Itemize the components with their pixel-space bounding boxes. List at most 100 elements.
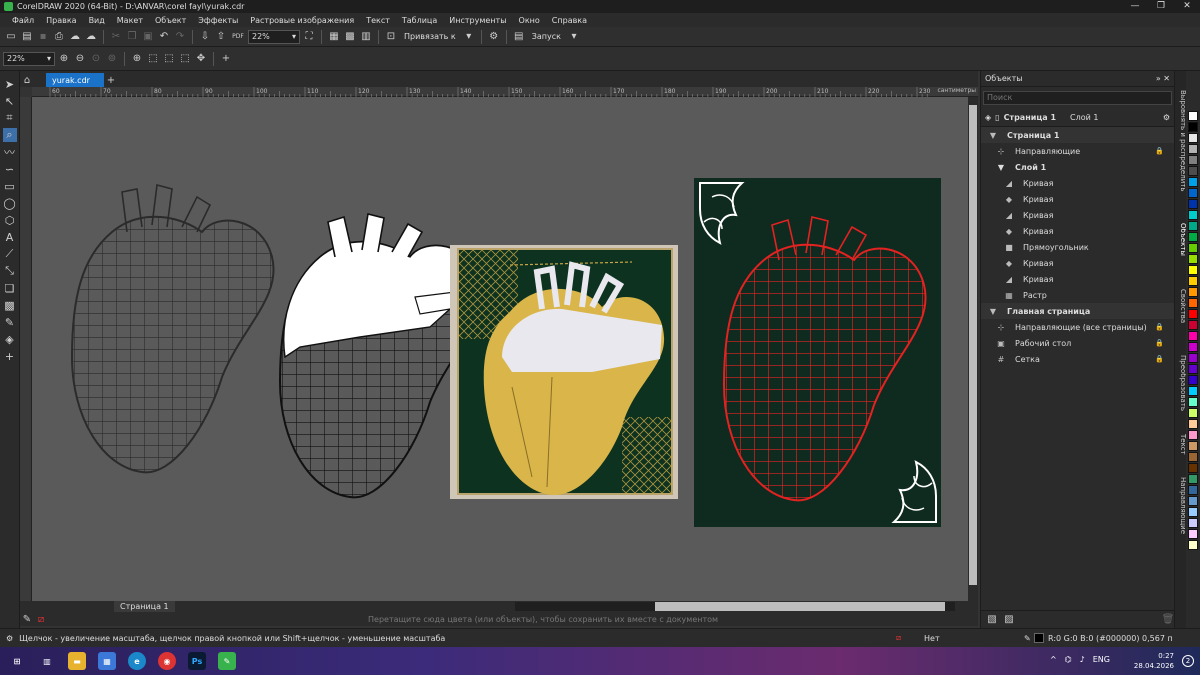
new-layer-icon[interactable]: ▧ — [985, 613, 999, 627]
horizontal-scrollbar[interactable] — [514, 602, 955, 611]
outline-pen-icon[interactable]: ✎ — [1024, 634, 1031, 643]
color-swatch[interactable] — [1188, 529, 1198, 539]
menu-help[interactable]: Справка — [546, 16, 593, 25]
color-swatch[interactable] — [1188, 452, 1198, 462]
new-tab-icon[interactable]: + — [104, 73, 118, 87]
objects-row-guides[interactable]: ⊹ Направляющие 🔒 — [981, 143, 1174, 159]
design-page-red-heart[interactable] — [694, 178, 941, 527]
connector-tool-icon[interactable]: ⤡ — [3, 264, 17, 278]
pan-icon[interactable]: ✥ — [194, 52, 208, 66]
cut-icon[interactable]: ✂ — [109, 30, 123, 44]
master-layer-icon[interactable]: ▨ — [1002, 613, 1016, 627]
menu-tools[interactable]: Инструменты — [443, 16, 512, 25]
objects-row-guides[interactable]: ⊹ Направляющие (все страницы) 🔒 — [981, 319, 1174, 335]
store-icon[interactable]: ▦ — [98, 652, 116, 670]
tray-chevron-icon[interactable]: ^ — [1050, 655, 1057, 664]
cloud-upload-icon[interactable]: ☁ — [68, 30, 82, 44]
eyedropper-icon[interactable]: ✎ — [20, 612, 34, 626]
eyedropper-tool-icon[interactable]: ✎ — [3, 315, 17, 329]
export-icon[interactable]: ⇧ — [214, 30, 228, 44]
page-tab[interactable]: Страница 1 — [114, 601, 175, 612]
text-tool-icon[interactable]: A — [3, 230, 17, 244]
objects-row-page-header[interactable]: ▼ Главная страница — [981, 303, 1174, 319]
color-swatch[interactable] — [1188, 441, 1198, 451]
color-swatch[interactable] — [1188, 386, 1198, 396]
document-tab[interactable]: yurak.cdr — [46, 73, 104, 87]
color-swatch[interactable] — [1188, 287, 1198, 297]
objects-row-curve[interactable]: ◢ Кривая — [981, 271, 1174, 287]
show-rulers-icon[interactable]: ▦ — [327, 30, 341, 44]
color-swatch[interactable] — [1188, 331, 1198, 341]
objects-row-grid[interactable]: # Сетка 🔒 — [981, 351, 1174, 367]
menu-effects[interactable]: Эффекты — [192, 16, 244, 25]
menu-window[interactable]: Окно — [513, 16, 546, 25]
color-swatch[interactable] — [1188, 155, 1198, 165]
color-swatch[interactable] — [1188, 485, 1198, 495]
color-swatch[interactable] — [1188, 177, 1198, 187]
vertical-ruler[interactable] — [20, 97, 32, 601]
full-screen-icon[interactable]: ⛶ — [302, 30, 316, 44]
objects-row-curve[interactable]: ◆ Кривая — [981, 255, 1174, 271]
no-color-swatch-icon[interactable]: ⧄ — [34, 612, 48, 626]
redo-icon[interactable]: ↷ — [173, 30, 187, 44]
copy-icon[interactable]: ❐ — [125, 30, 139, 44]
notification-badge[interactable]: 2 — [1182, 655, 1194, 667]
chrome-icon[interactable]: ◉ — [158, 652, 176, 670]
edge-icon[interactable]: e — [128, 652, 146, 670]
layers-icon[interactable]: ◈ — [985, 113, 991, 122]
menu-view[interactable]: Вид — [83, 16, 111, 25]
zoom-out-icon[interactable]: ⊖ — [73, 52, 87, 66]
color-swatch[interactable] — [1188, 111, 1198, 121]
color-swatch[interactable] — [1188, 397, 1198, 407]
objects-row-desktop[interactable]: ▣ Рабочий стол 🔒 — [981, 335, 1174, 351]
objects-row-bitmap[interactable]: ▦ Растр — [981, 287, 1174, 303]
docker-collapse-icon[interactable]: » ✕ — [1156, 74, 1170, 83]
cloud-download-icon[interactable]: ☁ — [84, 30, 98, 44]
zoom-all-icon[interactable]: ⊚ — [105, 52, 119, 66]
show-guides-icon[interactable]: ▥ — [359, 30, 373, 44]
objects-row-page-header[interactable]: ▼ Страница 1 — [981, 127, 1174, 143]
color-swatch[interactable] — [1188, 408, 1198, 418]
show-grid-icon[interactable]: ▩ — [343, 30, 357, 44]
close-button[interactable]: ✕ — [1174, 0, 1200, 13]
color-swatch[interactable] — [1188, 232, 1198, 242]
language-indicator[interactable]: ENG — [1093, 655, 1110, 664]
color-swatch[interactable] — [1188, 298, 1198, 308]
chevron-down-icon[interactable]: ▾ — [462, 30, 476, 44]
pdf-icon[interactable]: PDF — [230, 30, 246, 44]
new-document-icon[interactable]: ▭ — [4, 30, 18, 44]
minimize-button[interactable]: — — [1122, 0, 1148, 13]
paste-icon[interactable]: ▣ — [141, 30, 155, 44]
maximize-button[interactable]: ❐ — [1148, 0, 1174, 13]
lock-icon[interactable]: 🔒 — [1155, 339, 1164, 347]
color-swatch[interactable] — [1188, 122, 1198, 132]
photoshop-icon[interactable]: Ps — [188, 652, 206, 670]
color-swatch[interactable] — [1188, 507, 1198, 517]
crop-tool-icon[interactable]: ⌗ — [3, 111, 17, 125]
color-swatch[interactable] — [1188, 342, 1198, 352]
save-icon[interactable]: ▪ — [36, 30, 50, 44]
snap-to-dropdown[interactable]: Привязать к — [400, 32, 460, 41]
add-tool-icon[interactable]: + — [3, 349, 17, 363]
color-swatch[interactable] — [1188, 276, 1198, 286]
heart-outline-gray[interactable] — [62, 183, 282, 487]
launch-icon[interactable]: ▤ — [512, 30, 526, 44]
vertical-scrollbar[interactable] — [968, 97, 978, 601]
color-swatch[interactable] — [1188, 518, 1198, 528]
transparency-tool-icon[interactable]: ▩ — [3, 298, 17, 312]
bitmap-photo[interactable] — [450, 245, 678, 499]
color-swatch[interactable] — [1188, 166, 1198, 176]
objects-row-curve[interactable]: ◢ Кривая — [981, 207, 1174, 223]
docker-page-label[interactable]: Страница 1 — [1004, 113, 1056, 122]
rectangle-tool-icon[interactable]: ▭ — [3, 179, 17, 193]
color-swatch[interactable] — [1188, 144, 1198, 154]
horizontal-ruler[interactable]: 60 70 80 90 100 110 120 130 140 150 160 170 180 190 20… — [32, 87, 978, 97]
lock-icon[interactable]: 🔒 — [1155, 147, 1164, 155]
artistic-media-icon[interactable]: ∽ — [3, 162, 17, 176]
add-icon[interactable]: + — [219, 52, 233, 66]
color-swatch[interactable] — [1188, 188, 1198, 198]
objects-search-input[interactable]: Поиск — [983, 91, 1172, 105]
color-swatch[interactable] — [1188, 210, 1198, 220]
color-swatch[interactable] — [1188, 430, 1198, 440]
zoom-page-height-icon[interactable]: ⬚ — [162, 52, 176, 66]
